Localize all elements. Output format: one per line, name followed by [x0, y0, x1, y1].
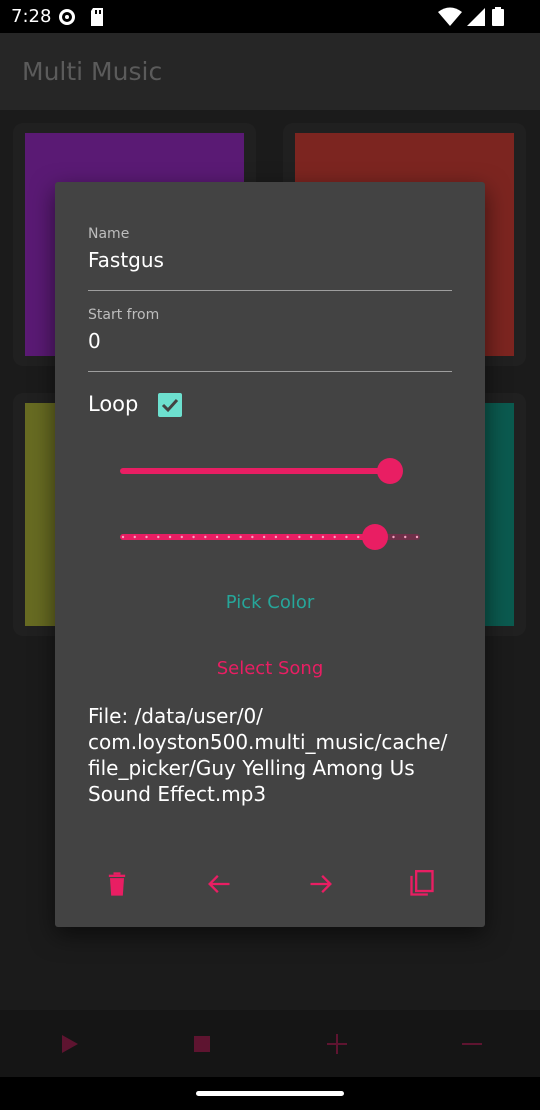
slider-tick: [286, 535, 289, 539]
name-label: Name: [88, 226, 130, 242]
slider-tick: [274, 535, 278, 539]
slider-tick: [121, 535, 125, 539]
app-title: Multi Music: [22, 57, 163, 86]
status-time: 7:28: [11, 6, 52, 27]
volume-slider-track: [120, 468, 390, 474]
slider-tick: [204, 535, 207, 539]
start-from-label: Start from: [88, 307, 160, 323]
slider-tick: [262, 535, 266, 539]
start-from-field[interactable]: Start from 0: [88, 307, 452, 372]
slider-tick: [357, 535, 360, 539]
start-from-underline: [88, 371, 452, 372]
sd-card-icon: [91, 8, 103, 26]
slider-tick: [192, 535, 195, 539]
battery-icon: [492, 7, 504, 26]
slider-tick: [333, 535, 336, 539]
check-icon: [161, 398, 179, 413]
navigation-bar: [0, 1077, 540, 1110]
slider-tick: [404, 535, 407, 539]
slider-tick: [145, 535, 148, 539]
speed-slider-thumb[interactable]: [362, 524, 388, 550]
name-value[interactable]: Fastgus: [88, 248, 452, 272]
slider-tick: [251, 535, 254, 539]
slider-tick: [309, 535, 313, 539]
start-from-value[interactable]: 0: [88, 329, 452, 353]
bottom-control-bar: [0, 1010, 540, 1077]
status-bar: 7:28: [0, 0, 540, 33]
select-song-button[interactable]: Select Song: [55, 658, 485, 679]
slider-tick: [215, 535, 219, 539]
play-icon[interactable]: [58, 1032, 82, 1056]
slider-tick: [168, 535, 172, 539]
name-field[interactable]: Name Fastgus: [88, 226, 452, 291]
speed-slider[interactable]: [120, 522, 420, 552]
loop-checkbox[interactable]: [158, 393, 182, 417]
slider-tick: [345, 535, 348, 539]
arrow-right-icon[interactable]: [307, 870, 335, 898]
slider-tick: [157, 535, 160, 539]
slider-tick: [227, 535, 231, 539]
name-underline: [88, 290, 452, 291]
add-icon[interactable]: [325, 1032, 349, 1056]
pad-settings-dialog: Name Fastgus Start from 0 Loop Pick Colo…: [55, 182, 485, 927]
delete-icon[interactable]: [103, 870, 131, 898]
copy-icon[interactable]: [408, 870, 436, 898]
slider-tick: [321, 535, 325, 539]
settings-icon: [59, 9, 75, 25]
home-gesture-pill[interactable]: [196, 1091, 344, 1096]
slider-tick: [415, 535, 419, 539]
volume-slider[interactable]: [120, 456, 420, 486]
slider-tick: [298, 535, 301, 539]
volume-slider-thumb[interactable]: [377, 458, 403, 484]
slider-tick: [239, 535, 242, 539]
file-path-text: File: /data/user/0/ com.loyston500.multi…: [88, 704, 448, 806]
slider-tick: [392, 535, 395, 539]
wifi-icon: [438, 7, 462, 26]
pick-color-button[interactable]: Pick Color: [55, 592, 485, 613]
signal-icon: [467, 8, 485, 26]
app-bar: Multi Music: [0, 33, 540, 110]
slider-tick: [133, 535, 136, 539]
remove-icon[interactable]: [460, 1032, 484, 1056]
stop-icon[interactable]: [190, 1032, 214, 1056]
loop-label: Loop: [88, 392, 139, 416]
slider-tick: [180, 535, 183, 539]
arrow-left-icon[interactable]: [205, 870, 233, 898]
